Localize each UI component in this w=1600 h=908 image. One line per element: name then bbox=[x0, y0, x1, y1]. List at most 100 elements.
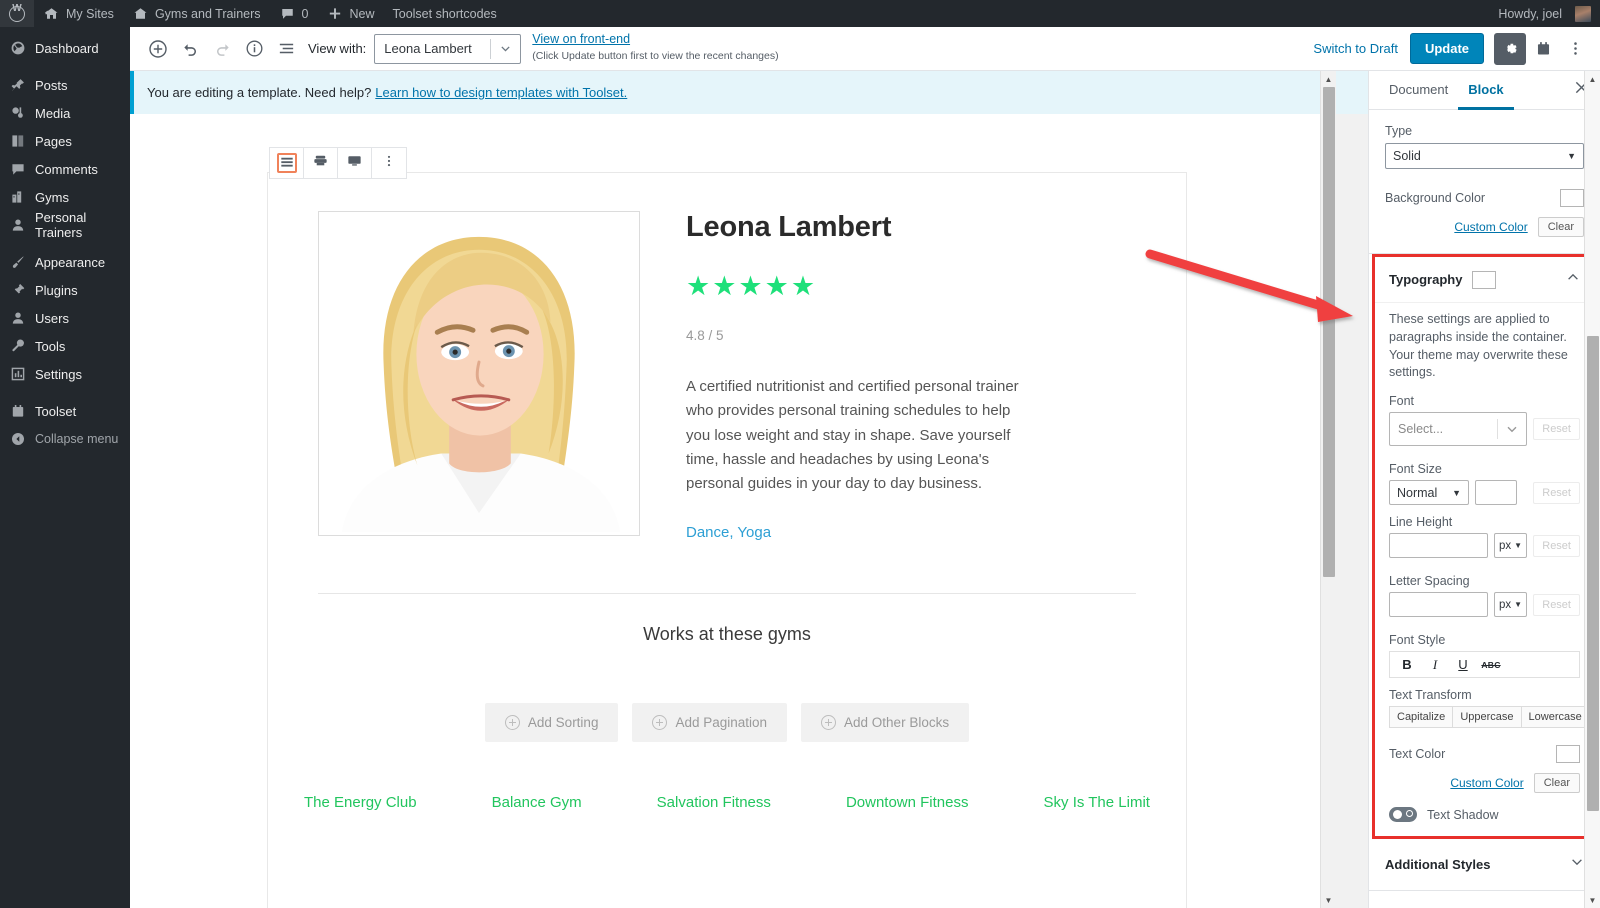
gym-link[interactable]: Sky Is The Limit bbox=[1044, 794, 1150, 811]
font-select[interactable]: Select... bbox=[1389, 412, 1527, 446]
gym-link[interactable]: The Energy Club bbox=[304, 794, 417, 811]
lowercase-button[interactable]: Lowercase bbox=[1521, 706, 1590, 728]
font-size-select[interactable]: Normal ▼ bbox=[1389, 480, 1469, 505]
chevron-down-icon bbox=[491, 35, 520, 63]
text-shadow-toggle[interactable] bbox=[1389, 807, 1417, 822]
sidebar-scrollbar[interactable]: ▲ ▼ bbox=[1584, 71, 1600, 908]
sidebar-item-comments[interactable]: Comments bbox=[0, 155, 130, 183]
sidebar-item-settings[interactable]: Settings bbox=[0, 360, 130, 388]
sidebar-item-posts[interactable]: Posts bbox=[0, 71, 130, 99]
info-button[interactable] bbox=[238, 33, 270, 65]
add-pagination-button[interactable]: Add Pagination bbox=[632, 703, 787, 742]
letter-spacing-reset-button[interactable]: Reset bbox=[1533, 594, 1580, 616]
font-size-input[interactable] bbox=[1475, 480, 1517, 505]
sidebar-item-users[interactable]: Users bbox=[0, 304, 130, 332]
sidebar-item-collapse-menu[interactable]: Collapse menu bbox=[0, 425, 130, 453]
site-name-menu[interactable]: Gyms and Trainers bbox=[123, 0, 270, 27]
sidebar-item-label: Settings bbox=[35, 367, 82, 382]
redo-button[interactable] bbox=[206, 33, 238, 65]
toolset-shortcodes-menu[interactable]: Toolset shortcodes bbox=[384, 0, 506, 27]
add-block-button[interactable] bbox=[142, 33, 174, 65]
strikethrough-button[interactable]: ABC bbox=[1478, 653, 1504, 677]
type-select[interactable]: Solid ▼ bbox=[1385, 143, 1584, 169]
comments-bubble[interactable]: 0 bbox=[270, 0, 318, 27]
accordion-inner-content[interactable]: Inner Content bbox=[1369, 891, 1600, 908]
trainer-photo-frame[interactable] bbox=[318, 211, 640, 536]
sidebar-item-tools[interactable]: Tools bbox=[0, 332, 130, 360]
sidebar-item-toolset[interactable]: Toolset bbox=[0, 397, 130, 425]
sidebar-item-appearance[interactable]: Appearance bbox=[0, 248, 130, 276]
sidebar-item-dashboard[interactable]: Dashboard bbox=[0, 34, 130, 62]
canvas-scrollbar[interactable]: ▲ ▼ bbox=[1320, 71, 1336, 908]
tablet-view-button[interactable] bbox=[304, 148, 338, 178]
scroll-up-arrow-icon[interactable]: ▲ bbox=[1585, 71, 1600, 87]
editor-toolbar-right: Switch to Draft Update bbox=[1303, 33, 1590, 65]
list-view-button[interactable] bbox=[270, 33, 302, 65]
gym-link[interactable]: Salvation Fitness bbox=[657, 794, 771, 811]
scroll-down-arrow-icon[interactable]: ▼ bbox=[1321, 892, 1336, 908]
font-row: Select... Reset bbox=[1389, 412, 1580, 446]
line-height-label: Line Height bbox=[1389, 515, 1580, 529]
letter-spacing-unit-select[interactable]: px ▼ bbox=[1494, 592, 1528, 617]
add-other-blocks-button[interactable]: Add Other Blocks bbox=[801, 703, 969, 742]
line-height-input[interactable] bbox=[1389, 533, 1488, 558]
sidebar-item-label: Gyms bbox=[35, 190, 69, 205]
trainer-tags[interactable]: Dance, Yoga bbox=[686, 524, 1026, 541]
howdy-menu[interactable]: Howdy, joel bbox=[1489, 0, 1600, 27]
background-color-swatch[interactable] bbox=[1560, 189, 1584, 207]
desktop-view-button[interactable] bbox=[338, 148, 372, 178]
plug-icon bbox=[9, 282, 26, 299]
add-sorting-button[interactable]: Add Sorting bbox=[485, 703, 619, 742]
typography-color-swatch[interactable] bbox=[1472, 271, 1496, 289]
accordion-additional-styles[interactable]: Additional Styles bbox=[1369, 839, 1600, 891]
line-height-unit-select[interactable]: px ▼ bbox=[1494, 533, 1528, 558]
new-content-menu[interactable]: New bbox=[317, 0, 383, 27]
scroll-up-arrow-icon[interactable]: ▲ bbox=[1321, 71, 1336, 87]
tab-block[interactable]: Block bbox=[1458, 71, 1513, 110]
my-sites-menu[interactable]: My Sites bbox=[34, 0, 123, 27]
trainer-name: Leona Lambert bbox=[686, 211, 1026, 244]
update-button[interactable]: Update bbox=[1410, 33, 1484, 64]
sidebar-item-pages[interactable]: Pages bbox=[0, 127, 130, 155]
scroll-down-arrow-icon[interactable]: ▼ bbox=[1585, 892, 1600, 908]
sidebar-item-plugins[interactable]: Plugins bbox=[0, 276, 130, 304]
tab-document[interactable]: Document bbox=[1379, 71, 1458, 110]
underline-button[interactable]: U bbox=[1450, 653, 1476, 677]
view-on-front-end-link[interactable]: View on front-end bbox=[532, 32, 778, 46]
font-size-reset-button[interactable]: Reset bbox=[1533, 482, 1580, 504]
bold-button[interactable]: B bbox=[1394, 653, 1420, 677]
text-custom-color-link[interactable]: Custom Color bbox=[1450, 776, 1523, 790]
italic-button[interactable]: I bbox=[1422, 653, 1448, 677]
switch-to-draft-button[interactable]: Switch to Draft bbox=[1303, 35, 1408, 62]
gym-link[interactable]: Balance Gym bbox=[492, 794, 582, 811]
text-color-swatch[interactable] bbox=[1556, 745, 1580, 763]
view-with-select[interactable]: Leona Lambert bbox=[374, 34, 521, 64]
letter-spacing-input[interactable] bbox=[1389, 592, 1488, 617]
sidebar-item-label: Collapse menu bbox=[35, 432, 118, 446]
more-options-button[interactable] bbox=[1560, 33, 1590, 65]
text-shadow-label: Text Shadow bbox=[1427, 808, 1499, 822]
background-custom-color-link[interactable]: Custom Color bbox=[1454, 220, 1527, 234]
text-clear-button[interactable]: Clear bbox=[1534, 773, 1580, 793]
typography-header[interactable]: Typography bbox=[1375, 257, 1594, 303]
settings-gear-button[interactable] bbox=[1494, 33, 1526, 65]
font-reset-button[interactable]: Reset bbox=[1533, 418, 1580, 440]
sidebar-item-gyms[interactable]: Gyms bbox=[0, 183, 130, 211]
block-more-options-button[interactable] bbox=[372, 148, 406, 178]
sidebar-item-personal-trainers[interactable]: Personal Trainers bbox=[0, 211, 130, 239]
gym-link[interactable]: Downtown Fitness bbox=[846, 794, 969, 811]
toolset-button[interactable] bbox=[1528, 33, 1558, 65]
brush-icon bbox=[9, 254, 26, 271]
container-block-button[interactable] bbox=[270, 148, 304, 178]
chevron-up-icon[interactable] bbox=[1566, 270, 1580, 289]
sidebar-item-media[interactable]: Media bbox=[0, 99, 130, 127]
uppercase-button[interactable]: Uppercase bbox=[1452, 706, 1520, 728]
wordpress-logo-button[interactable] bbox=[0, 0, 34, 27]
line-height-reset-button[interactable]: Reset bbox=[1533, 535, 1580, 557]
notice-link[interactable]: Learn how to design templates with Tools… bbox=[375, 85, 627, 100]
sidebar-scrollbar-thumb[interactable] bbox=[1587, 336, 1599, 811]
capitalize-button[interactable]: Capitalize bbox=[1389, 706, 1452, 728]
canvas-scrollbar-thumb[interactable] bbox=[1323, 87, 1335, 577]
undo-button[interactable] bbox=[174, 33, 206, 65]
background-clear-button[interactable]: Clear bbox=[1538, 217, 1584, 237]
